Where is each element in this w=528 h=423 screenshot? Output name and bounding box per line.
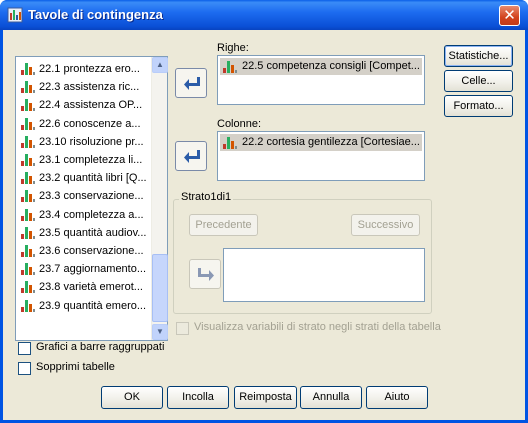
suppress-tables-label: Sopprimi tabelle — [36, 361, 115, 373]
variable-list-item[interactable]: 23.2 quantità libri [Q... — [18, 169, 150, 187]
close-button[interactable]: ✕ — [499, 5, 520, 26]
variable-list-item[interactable]: 22.1 prontezza ero... — [18, 60, 150, 78]
variable-list-item[interactable]: 23.10 risoluzione pr... — [18, 133, 150, 151]
scale-variable-icon — [21, 281, 35, 294]
scale-variable-icon — [223, 61, 237, 73]
scale-variable-icon — [21, 154, 35, 166]
show-layer-variables-checkbox[interactable] — [176, 322, 189, 335]
title-bar[interactable]: Tavole di contingenza ✕ — [0, 0, 528, 30]
variable-label: 23.2 quantità libri [Q... — [39, 172, 147, 185]
variable-label: 22.1 prontezza ero... — [39, 63, 140, 75]
dialog-window: Tavole di contingenza ✕ 22.1 prontezza e… — [0, 0, 528, 423]
move-to-columns-button[interactable] — [175, 141, 207, 171]
layer-list[interactable] — [223, 248, 425, 302]
scroll-thumb[interactable] — [152, 254, 168, 322]
variable-label: 23.5 quantità audiov... — [39, 226, 147, 239]
variable-label: 23.3 conservazione... — [39, 190, 144, 203]
scale-variable-icon — [223, 137, 237, 149]
layer-title: Strato1di1 — [179, 191, 234, 203]
variable-list-item[interactable]: 23.6 conservazione... — [18, 242, 150, 260]
rows-label: Righe: — [217, 42, 249, 54]
variable-label: 23.9 quantità emero... — [39, 299, 147, 312]
ok-button[interactable]: OK — [101, 386, 163, 409]
variable-list-item[interactable]: 23.9 quantità emero... — [18, 297, 150, 315]
scale-variable-icon — [21, 117, 35, 130]
move-to-layer-button[interactable] — [189, 259, 221, 289]
variable-list-item[interactable]: 23.8 varietà emerot... — [18, 278, 150, 296]
rows-list[interactable]: 22.5 competenza consigli [Compet... — [217, 55, 425, 105]
variable-list-item[interactable]: 23.3 conservazione... — [18, 187, 150, 205]
columns-label: Colonne: — [217, 118, 262, 130]
scale-variable-icon — [21, 135, 35, 148]
variable-label: 23.8 varietà emerot... — [39, 281, 143, 294]
scale-variable-icon — [21, 172, 35, 185]
variable-list-item[interactable]: 23.4 completezza a... — [18, 206, 150, 224]
scale-variable-icon — [21, 226, 35, 239]
source-variable-list[interactable]: 22.1 prontezza ero... 22.3 assistenza ric… — [15, 56, 168, 341]
columns-list[interactable]: 22.2 cortesia gentilezza [Cortesiae... — [217, 131, 425, 181]
suppress-tables-checkbox[interactable] — [18, 362, 31, 375]
variable-list-scrollbar[interactable]: ▲ ▼ — [151, 57, 168, 340]
help-button[interactable]: Aiuto — [366, 386, 428, 409]
reset-button[interactable]: Reimposta — [234, 386, 297, 409]
variable-list-item[interactable]: 23.1 completezza li... — [18, 151, 150, 169]
variable-label: 23.1 completezza li... — [39, 154, 143, 166]
variable-list-item[interactable]: 22.6 conoscenze a... — [18, 115, 150, 133]
variable-label: 22.4 assistenza OP... — [39, 99, 143, 112]
window-title: Tavole di contingenza — [28, 7, 163, 22]
cancel-button[interactable]: Annulla — [300, 386, 362, 409]
cells-button[interactable]: Celle... — [444, 70, 513, 92]
variable-list-item[interactable]: 22.4 assistenza OP... — [18, 96, 150, 114]
variable-label: 23.10 risoluzione pr... — [39, 135, 144, 148]
variable-label: 23.6 conservazione... — [39, 245, 144, 257]
scale-variable-icon — [21, 299, 35, 312]
variable-list-item[interactable]: 23.7 aggiornamento... — [18, 260, 150, 278]
previous-layer-button[interactable]: Precedente — [189, 214, 258, 236]
arrow-right-icon — [198, 268, 214, 281]
paste-button[interactable]: Incolla — [167, 386, 229, 409]
clustered-bars-label: Grafici a barre raggruppati — [36, 341, 165, 353]
arrow-left-icon — [184, 150, 200, 163]
variable-label: 23.7 aggiornamento... — [39, 263, 147, 276]
statistics-button[interactable]: Statistiche... — [444, 45, 513, 67]
variable-label: 22.3 assistenza ric... — [39, 81, 140, 94]
scale-variable-icon — [21, 63, 35, 75]
format-button[interactable]: Formato... — [444, 95, 513, 117]
variable-label: 23.4 completezza a... — [39, 208, 144, 221]
scale-variable-icon — [21, 81, 35, 94]
scale-variable-icon — [21, 208, 35, 221]
next-layer-button[interactable]: Successivo — [351, 214, 420, 236]
arrow-left-icon — [184, 77, 200, 90]
variable-list-item[interactable]: 23.5 quantità audiov... — [18, 224, 150, 242]
show-layer-variables-label: Visualizza variabili di strato negli str… — [194, 321, 441, 333]
scale-variable-icon — [21, 245, 35, 257]
columns-item[interactable]: 22.2 cortesia gentilezza [Cortesiae... — [220, 134, 422, 151]
scale-variable-icon — [21, 190, 35, 203]
rows-item[interactable]: 22.5 competenza consigli [Compet... — [220, 58, 422, 75]
move-to-rows-button[interactable] — [175, 68, 207, 98]
clustered-bars-checkbox[interactable] — [18, 342, 31, 355]
scale-variable-icon — [21, 263, 35, 276]
scale-variable-icon — [21, 99, 35, 112]
variable-list-item[interactable]: 22.3 assistenza ric... — [18, 78, 150, 96]
variable-label: 22.6 conoscenze a... — [39, 117, 141, 130]
dialog-body: 22.1 prontezza ero... 22.3 assistenza ric… — [3, 30, 525, 420]
scroll-up-button[interactable]: ▲ — [152, 57, 168, 73]
scroll-down-button[interactable]: ▼ — [152, 324, 168, 340]
crosstab-app-icon — [7, 7, 23, 23]
